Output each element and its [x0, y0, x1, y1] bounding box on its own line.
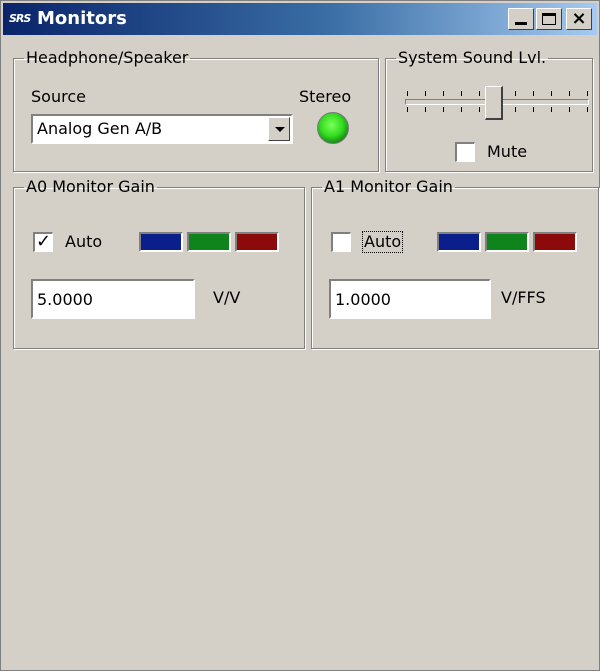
source-select[interactable]: Analog Gen A/B: [31, 114, 293, 144]
a0-auto-label[interactable]: Auto: [65, 232, 102, 252]
slider-tick: [533, 91, 534, 96]
window-title: Monitors: [37, 8, 127, 29]
mute-checkbox[interactable]: [455, 142, 475, 162]
slider-tick: [569, 107, 570, 112]
slider-tick: [551, 91, 552, 96]
maximize-icon: [542, 13, 556, 25]
maximize-button[interactable]: [536, 8, 562, 30]
slider-tick: [443, 107, 444, 112]
slider-tick: [515, 91, 516, 96]
a0-gain-value: 5.0000: [37, 290, 93, 309]
slider-tick: [479, 107, 480, 112]
source-label: Source: [31, 87, 86, 106]
stereo-label: Stereo: [299, 87, 352, 106]
slider-tick: [425, 91, 426, 96]
source-select-value: Analog Gen A/B: [37, 119, 163, 138]
a1-gain-input[interactable]: 1.0000: [329, 279, 491, 319]
a0-unit-label: V/V: [213, 288, 241, 307]
chevron-down-icon: [275, 127, 285, 132]
a1-gain-value: 1.0000: [335, 290, 391, 309]
minimize-button[interactable]: [508, 8, 534, 30]
mute-label[interactable]: Mute: [487, 142, 527, 162]
monitors-window: SRS Monitors × Headphone/Speaker Source …: [0, 0, 600, 671]
slider-tick: [461, 107, 462, 112]
a1-auto-checkbox[interactable]: [331, 232, 351, 252]
a1-auto-label[interactable]: Auto: [362, 231, 404, 253]
a0-gain-input[interactable]: 5.0000: [31, 279, 195, 319]
a1-monitor-gain-group: A1 Monitor Gain: [311, 178, 599, 349]
slider-tick: [407, 107, 408, 112]
headphone-speaker-group: Headphone/Speaker: [13, 49, 379, 172]
a1-color-swatch-red[interactable]: [533, 232, 577, 252]
group-legend: A1 Monitor Gain: [324, 177, 453, 196]
slider-tick: [587, 107, 588, 112]
close-icon: ×: [571, 8, 587, 29]
a0-monitor-gain-group: A0 Monitor Gain: [13, 178, 305, 349]
source-dropdown-button[interactable]: [268, 117, 290, 141]
stereo-indicator-led: [317, 112, 349, 144]
slider-tick: [533, 107, 534, 112]
slider-tick: [461, 91, 462, 96]
slider-tick: [443, 91, 444, 96]
slider-tick: [425, 107, 426, 112]
a0-color-swatch-blue[interactable]: [139, 232, 183, 252]
a1-unit-label: V/FFS: [501, 288, 546, 307]
close-button[interactable]: ×: [566, 8, 592, 30]
system-volume-slider-thumb[interactable]: [485, 86, 503, 120]
slider-tick: [551, 107, 552, 112]
slider-tick: [515, 107, 516, 112]
a0-color-swatch-green[interactable]: [187, 232, 231, 252]
a1-color-swatch-blue[interactable]: [437, 232, 481, 252]
group-legend: System Sound Lvl.: [398, 48, 547, 67]
slider-tick: [569, 91, 570, 96]
a1-color-swatch-green[interactable]: [485, 232, 529, 252]
group-legend: Headphone/Speaker: [26, 48, 189, 67]
slider-tick: [587, 91, 588, 96]
slider-tick: [479, 91, 480, 96]
app-logo-icon: SRS: [9, 12, 31, 25]
a0-auto-checkbox[interactable]: ✓: [33, 232, 53, 252]
group-legend: A0 Monitor Gain: [26, 177, 155, 196]
slider-tick: [407, 91, 408, 96]
minimize-icon: [515, 22, 527, 25]
title-bar[interactable]: SRS Monitors ×: [3, 3, 597, 35]
a0-color-swatch-red[interactable]: [235, 232, 279, 252]
